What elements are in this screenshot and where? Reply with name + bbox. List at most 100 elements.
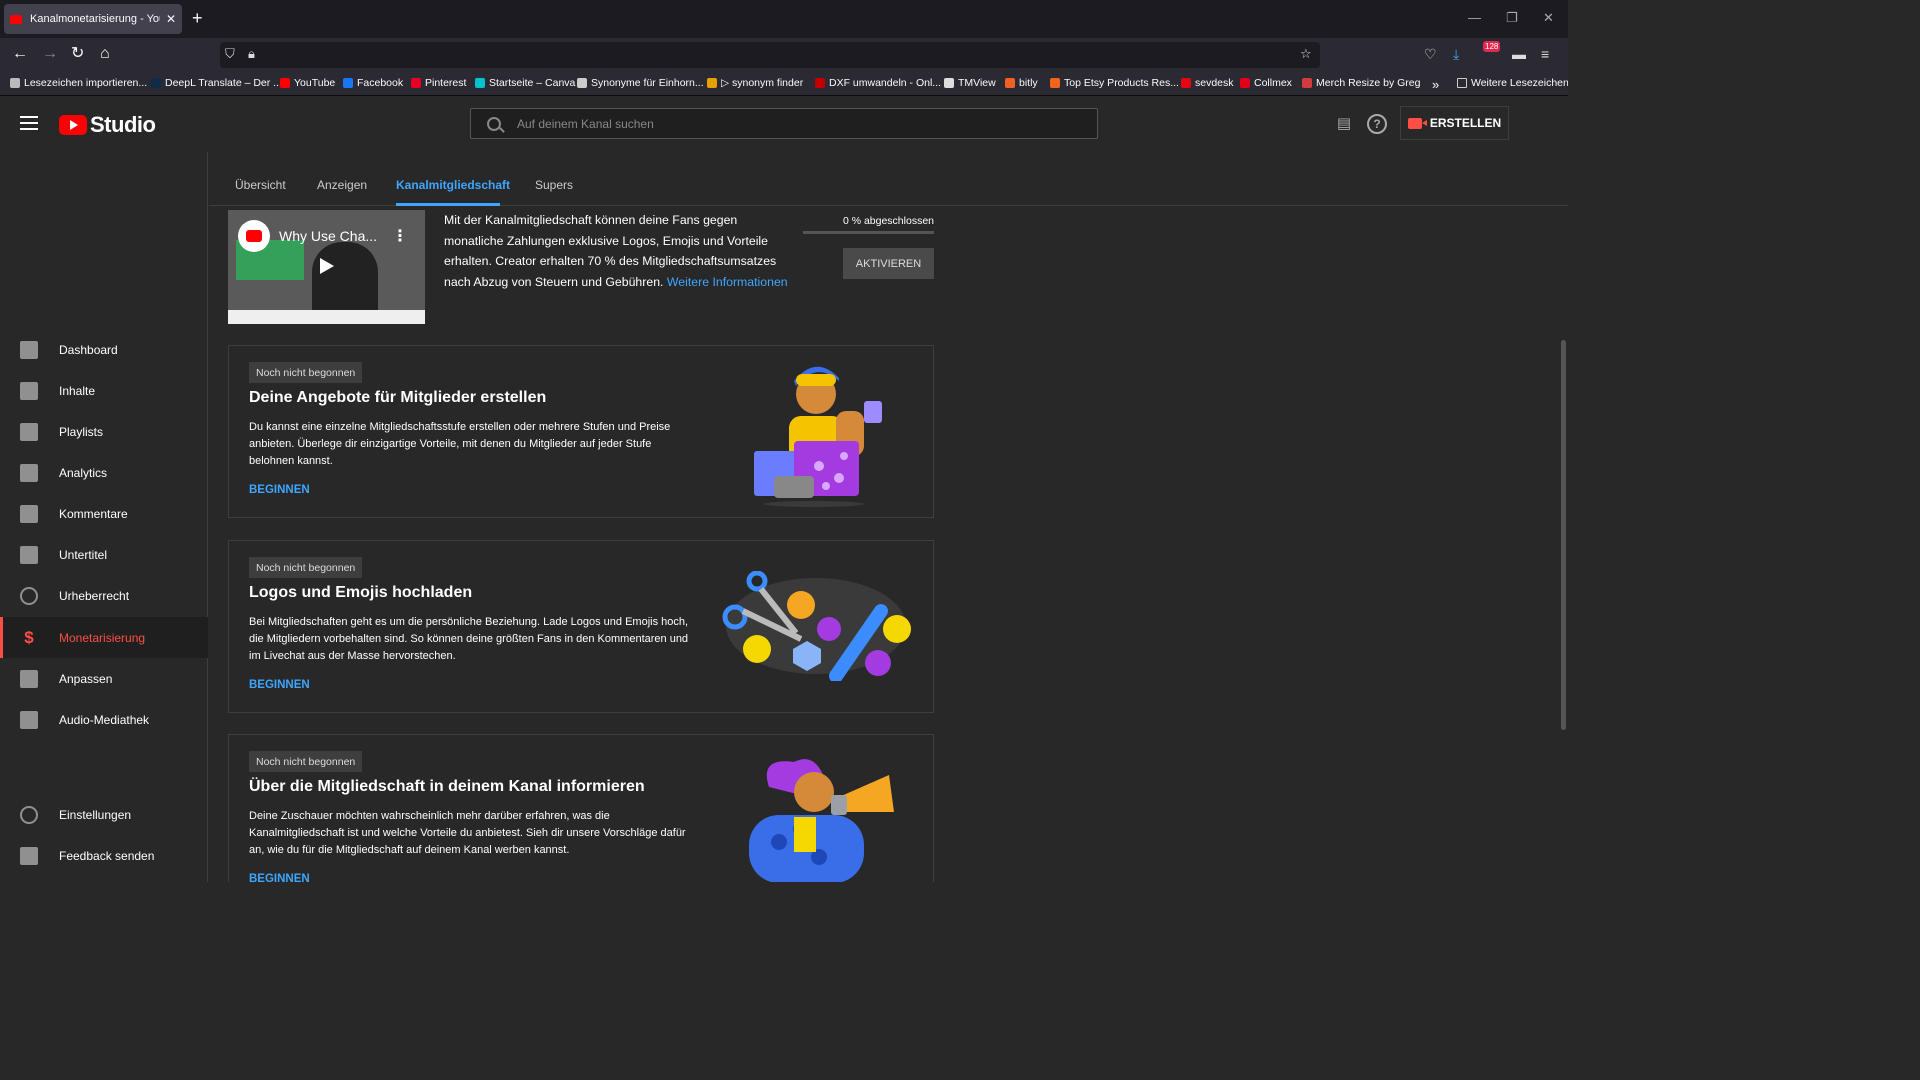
sidebar-item-playlists[interactable]: Playlists bbox=[0, 411, 208, 452]
pocket-icon[interactable]: ♡ bbox=[1424, 46, 1437, 63]
sidebar-item-einstellungen[interactable]: Einstellungen bbox=[0, 794, 208, 835]
card-description: Du kannst eine einzelne Mitgliedschaftss… bbox=[249, 421, 671, 468]
bookmark-facebook[interactable]: Facebook bbox=[343, 77, 403, 89]
dxf-icon bbox=[815, 78, 825, 88]
bookmark-tmview[interactable]: TMView bbox=[944, 77, 996, 89]
sidebar-item-untertitel[interactable]: Untertitel bbox=[0, 534, 208, 575]
bookmark-star-icon[interactable]: ☆ bbox=[1300, 46, 1312, 62]
begin-button[interactable]: BEGINNEN bbox=[249, 679, 310, 691]
deepl-icon bbox=[151, 78, 161, 88]
search-input[interactable]: Auf deinem Kanal suchen bbox=[517, 117, 654, 131]
youtube-icon bbox=[280, 78, 290, 88]
card-inform-members: Noch nicht begonnen Über die Mitgliedsch… bbox=[228, 734, 934, 882]
sidebar-item-anpassen[interactable]: Anpassen bbox=[0, 658, 208, 699]
bookmark-synonym-finder[interactable]: ▷ synonym finder bbox=[707, 77, 803, 89]
channel-search[interactable]: Auf deinem Kanal suchen bbox=[470, 108, 1098, 139]
bookmark-folder-more[interactable]: Weitere Lesezeichen bbox=[1457, 77, 1568, 89]
shield-icon[interactable]: ⛉ bbox=[225, 46, 235, 62]
hamburger-menu-icon[interactable] bbox=[20, 116, 38, 130]
pinterest-icon bbox=[411, 78, 421, 88]
intro-video-thumbnail[interactable]: Why Use Cha... ⋮ bbox=[228, 210, 425, 324]
tab-uebersicht[interactable]: Übersicht bbox=[235, 178, 286, 192]
url-bar[interactable]: ⛉ 🔒︎ ☆ bbox=[220, 42, 1320, 68]
card-title: Über die Mitgliedschaft in deinem Kanal … bbox=[249, 778, 645, 795]
feedback-message-icon[interactable]: ▤ bbox=[1334, 114, 1354, 134]
progress-bar bbox=[803, 231, 934, 234]
bitly-icon bbox=[1005, 78, 1015, 88]
more-bookmarks-chevron-icon[interactable]: » bbox=[1432, 77, 1439, 92]
home-icon[interactable]: ⌂ bbox=[100, 45, 110, 63]
sidebar-item-kommentare[interactable]: Kommentare bbox=[0, 493, 208, 534]
lock-icon[interactable]: 🔒︎ bbox=[248, 46, 255, 62]
gift-giver-illustration-icon bbox=[754, 366, 882, 507]
extension-icon[interactable]: ▬ bbox=[1512, 46, 1526, 62]
tab-kanalmitgliedschaft[interactable]: Kanalmitgliedschaft bbox=[396, 178, 510, 192]
studio-logo[interactable]: Studio bbox=[59, 112, 156, 138]
canva-icon bbox=[475, 78, 485, 88]
bookmark-deepl[interactable]: DeepL Translate – Der ... bbox=[151, 77, 282, 89]
browser-tab[interactable]: Kanalmonetarisierung - YouTube ✕ bbox=[4, 4, 182, 34]
feedback-icon bbox=[20, 846, 38, 865]
sidebar-item-analytics[interactable]: Analytics bbox=[0, 452, 208, 493]
bookmark-dxf[interactable]: DXF umwandeln - Onl... bbox=[815, 77, 941, 89]
create-button-label: ERSTELLEN bbox=[1429, 116, 1502, 130]
status-badge: Noch nicht begonnen bbox=[249, 751, 363, 772]
close-tab-icon[interactable]: ✕ bbox=[166, 12, 176, 26]
menu-icon[interactable]: ≡ bbox=[1541, 46, 1549, 62]
reload-icon[interactable]: ↻ bbox=[71, 45, 84, 63]
close-window-icon[interactable]: ✕ bbox=[1543, 10, 1554, 26]
sidebar-item-dashboard[interactable]: Dashboard bbox=[0, 329, 208, 370]
sidebar-item-monetarisierung[interactable]: $ Monetarisierung bbox=[0, 617, 208, 658]
sidebar-item-audio-mediathek[interactable]: Audio-Mediathek bbox=[0, 699, 208, 740]
video-title: Why Use Cha... bbox=[279, 228, 378, 244]
bookmark-canva[interactable]: Startseite – Canva bbox=[475, 77, 575, 89]
import-icon bbox=[10, 78, 20, 88]
bookmark-import[interactable]: Lesezeichen importieren... bbox=[10, 77, 147, 89]
tab-supers[interactable]: Supers bbox=[535, 178, 573, 192]
tab-anzeigen[interactable]: Anzeigen bbox=[317, 178, 367, 192]
status-badge: Noch nicht begonnen bbox=[249, 557, 363, 578]
card-upload-logos: Noch nicht begonnen Logos und Emojis hoc… bbox=[228, 540, 934, 713]
status-badge: Noch nicht begonnen bbox=[249, 362, 363, 383]
bookmark-youtube[interactable]: YouTube bbox=[280, 77, 335, 89]
create-button[interactable]: ERSTELLEN bbox=[1400, 106, 1509, 140]
copyright-icon bbox=[20, 586, 38, 605]
extension-badge[interactable]: 128 bbox=[1483, 41, 1501, 52]
forward-icon[interactable]: → bbox=[42, 45, 58, 63]
card-create-offers: Noch nicht begonnen Deine Angebote für M… bbox=[228, 345, 934, 518]
page-scrollbar[interactable] bbox=[1561, 340, 1566, 730]
bookmark-synonyme[interactable]: Synonyme für Einhorn... bbox=[577, 77, 704, 89]
begin-button[interactable]: BEGINNEN bbox=[249, 873, 310, 882]
active-tab-underline bbox=[396, 203, 500, 206]
youtube-logo-icon bbox=[59, 115, 87, 135]
video-camera-icon bbox=[1407, 117, 1427, 129]
activate-button[interactable]: AKTIVIEREN bbox=[843, 248, 934, 279]
more-vert-icon[interactable]: ⋮ bbox=[392, 226, 408, 246]
bookmark-merch-resize[interactable]: Merch Resize by Greg bbox=[1302, 77, 1420, 89]
sidebar-item-inhalte[interactable]: Inhalte bbox=[0, 370, 208, 411]
bookmark-etsy[interactable]: Top Etsy Products Res... bbox=[1050, 77, 1179, 89]
restore-icon[interactable]: ❐ bbox=[1506, 10, 1518, 26]
sidebar-item-urheberrecht[interactable]: Urheberrecht bbox=[0, 575, 208, 616]
card-description: Deine Zuschauer möchten wahrscheinlich m… bbox=[249, 810, 686, 857]
card-title: Logos und Emojis hochladen bbox=[249, 584, 473, 601]
new-tab-button[interactable]: + bbox=[192, 9, 203, 27]
back-icon[interactable]: ← bbox=[12, 45, 28, 63]
bookmark-bitly[interactable]: bitly bbox=[1005, 77, 1038, 89]
bookmark-pinterest[interactable]: Pinterest bbox=[411, 77, 466, 89]
sidebar: Dashboard Inhalte Playlists Analytics Ko… bbox=[0, 152, 208, 882]
bookmark-collmex[interactable]: Collmex bbox=[1240, 77, 1292, 89]
minimize-icon[interactable]: — bbox=[1468, 10, 1481, 25]
magic-wand-icon bbox=[20, 669, 38, 688]
sidebar-item-feedback[interactable]: Feedback senden bbox=[0, 835, 208, 876]
merch-icon bbox=[1302, 78, 1312, 88]
browser-navbar: ← → ↻ ⌂ ⛉ 🔒︎ ☆ ♡ ⤓ ▬ ≡ bbox=[0, 38, 1568, 72]
download-icon[interactable]: ⤓ bbox=[1453, 46, 1459, 63]
bookmark-sevdesk[interactable]: sevdesk bbox=[1181, 77, 1234, 89]
begin-button[interactable]: BEGINNEN bbox=[249, 484, 310, 496]
more-info-link[interactable]: Weitere Informationen bbox=[667, 275, 788, 289]
help-icon[interactable]: ? bbox=[1367, 114, 1387, 134]
play-icon[interactable] bbox=[320, 258, 334, 274]
gear-icon bbox=[20, 805, 38, 824]
analytics-icon bbox=[20, 463, 38, 482]
